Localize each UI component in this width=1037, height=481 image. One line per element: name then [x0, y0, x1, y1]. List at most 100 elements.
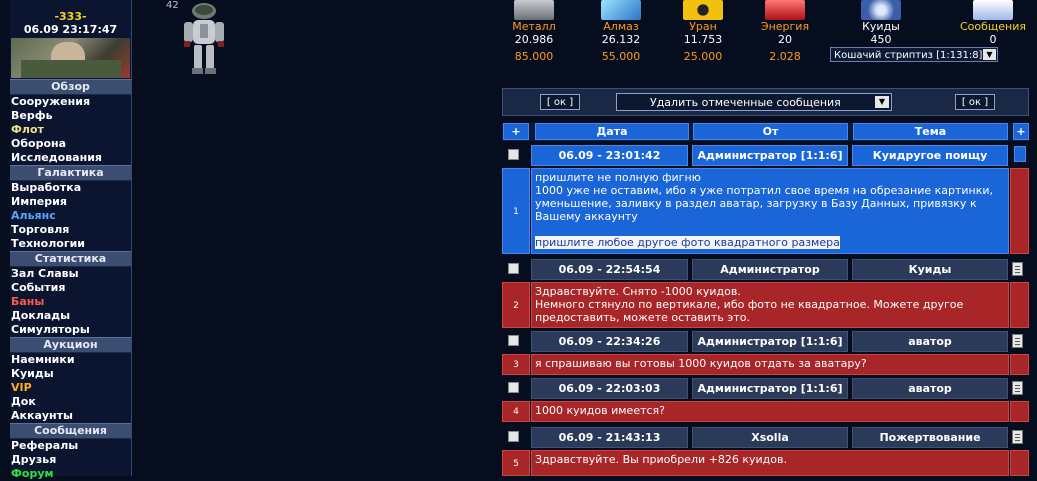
sidebar-item[interactable]: Форум: [10, 467, 131, 481]
message-row-end: [1010, 401, 1029, 422]
message-date: 06.09 - 22:54:54: [531, 259, 688, 280]
message-checkbox[interactable]: [508, 382, 519, 393]
message-body-row: 4 1000 куидов имеется?: [502, 401, 1029, 422]
avatar[interactable]: [11, 38, 130, 78]
ok-button-left[interactable]: [ ок ]: [540, 94, 580, 110]
sidebar-item[interactable]: Куиды: [10, 367, 131, 381]
resource-production: 2.028: [769, 50, 801, 63]
resource-name: Уран: [689, 20, 717, 33]
resource-name: Куиды: [862, 20, 900, 33]
resource-5[interactable]: Сообщения 0: [958, 0, 1028, 50]
message-icon: [973, 0, 1013, 20]
sidebar-item[interactable]: Наемники: [10, 353, 131, 367]
radiation-icon: [683, 0, 723, 20]
expand-all-button[interactable]: +: [503, 123, 529, 140]
message-subject[interactable]: аватор: [852, 331, 1008, 352]
expand-all-button-right[interactable]: +: [1013, 123, 1029, 140]
document-icon[interactable]: [1012, 262, 1023, 276]
message-subject[interactable]: Пожертвование: [852, 427, 1008, 448]
message-checkbox[interactable]: [508, 263, 519, 274]
message-row-end: [1010, 450, 1029, 476]
message-text: пришлите не полную фигню 1000 уже не оста…: [531, 168, 1009, 254]
message-number: 5: [502, 450, 530, 476]
message-line: пришлите любое другое фото квадратного р…: [535, 236, 840, 249]
message-line: я спрашиваю вы готовы 1000 куидов отдать…: [535, 357, 867, 370]
action-bar: [ ок ] Удалить отмеченные сообщения ▼ [ …: [502, 88, 1029, 116]
sidebar: -333- 06.09 23:17:47 Обзор Сооружения Верф…: [10, 0, 132, 480]
resource-value: 26.132: [601, 33, 641, 46]
message-header-row: 06.09 - 22:34:26 Администратор [1:1:6] ава…: [502, 329, 1029, 353]
sidebar-item[interactable]: Верфь: [10, 109, 131, 123]
resource-2[interactable]: Уран 11.753 25.000: [668, 0, 738, 63]
sidebar-item[interactable]: Торговля: [10, 223, 131, 237]
metal-icon: [514, 0, 554, 20]
sidebar-item[interactable]: Технологии: [10, 237, 131, 251]
message-sender[interactable]: Xsolla: [692, 427, 848, 448]
sidebar-item[interactable]: Альянс: [10, 209, 131, 223]
sidebar-item[interactable]: Сооружения: [10, 95, 131, 109]
robot-icon[interactable]: [180, 0, 228, 76]
message-text: я спрашиваю вы готовы 1000 куидов отдать…: [531, 354, 1009, 375]
message-line: Здравствуйте. Вы приобрели +826 куидов.: [535, 453, 787, 466]
message-sender[interactable]: Администратор [1:1:6]: [692, 145, 848, 166]
resource-1[interactable]: Алмаз 26.132 55.000: [586, 0, 656, 63]
message-date: 06.09 - 22:34:26: [531, 331, 688, 352]
column-header-from[interactable]: От: [693, 123, 848, 140]
resource-3[interactable]: Энергия 20 2.028: [750, 0, 820, 63]
sidebar-item[interactable]: События: [10, 281, 131, 295]
column-header-date[interactable]: Дата: [535, 123, 689, 140]
message-line: Немного стянуло по вертикале, ибо фото н…: [535, 298, 967, 324]
message-date: 06.09 - 21:43:13: [531, 427, 688, 448]
sidebar-item[interactable]: Флот: [10, 123, 131, 137]
message-checkbox[interactable]: [508, 149, 519, 160]
sidebar-item[interactable]: Док: [10, 395, 131, 409]
resource-value: 20: [778, 33, 792, 46]
message-line: 1000 уже не оставим, ибо я уже потратил …: [535, 184, 997, 223]
resource-production: 25.000: [683, 50, 723, 63]
resource-name: Энергия: [760, 20, 810, 33]
message-sender[interactable]: Администратор [1:1:6]: [692, 378, 848, 399]
message-header-row: 06.09 - 23:01:42 Администратор [1:1:6] Куи…: [502, 143, 1029, 167]
resource-0[interactable]: Металл 20.986 85.000: [499, 0, 569, 63]
resource-4[interactable]: Куиды 450: [846, 0, 916, 50]
sidebar-item[interactable]: Зал Славы: [10, 267, 131, 281]
sidebar-item[interactable]: Аккаунты: [10, 409, 131, 423]
sidebar-section-header: Статистика: [10, 251, 131, 267]
message-subject[interactable]: аватор: [852, 378, 1008, 399]
sidebar-section-header: Галактика: [10, 165, 131, 181]
message-text: 1000 куидов имеется?: [531, 401, 1009, 422]
sidebar-section-header: Обзор: [10, 79, 131, 95]
message-checkbox[interactable]: [508, 431, 519, 442]
sidebar-item[interactable]: Баны: [10, 295, 131, 309]
resource-value: 11.753: [683, 33, 723, 46]
sidebar-item[interactable]: Выработка: [10, 181, 131, 195]
ok-button-right[interactable]: [ ок ]: [955, 94, 995, 110]
planet-select[interactable]: Кошачий стриптиз [1:131:8] ▼: [830, 47, 998, 62]
message-line: Здравствуйте. Снято -1000 куидов.: [535, 285, 741, 298]
message-sender[interactable]: Администратор [1:1:6]: [692, 331, 848, 352]
message-header-row: 06.09 - 21:43:13 Xsolla Пожертвование: [502, 425, 1029, 449]
sidebar-item[interactable]: VIP: [10, 381, 131, 395]
column-header-subject[interactable]: Тема: [853, 123, 1008, 140]
message-date: 06.09 - 23:01:42: [531, 145, 688, 166]
sidebar-item[interactable]: Исследования: [10, 151, 131, 165]
sidebar-item[interactable]: Друзья: [10, 453, 131, 467]
planet-select-value: Кошачий стриптиз [1:131:8]: [834, 50, 983, 61]
sidebar-menu: Обзор Сооружения Верфь Флот Оборона Исследова…: [10, 79, 131, 481]
document-icon[interactable]: [1012, 334, 1023, 348]
sidebar-item[interactable]: Рефералы: [10, 439, 131, 453]
sidebar-item[interactable]: Империя: [10, 195, 131, 209]
resource-value: 450: [870, 33, 892, 46]
selection-marker-icon: [1014, 146, 1026, 162]
message-subject[interactable]: Куиды: [852, 259, 1008, 280]
message-checkbox[interactable]: [508, 335, 519, 346]
delete-action-select[interactable]: Удалить отмеченные сообщения ▼: [616, 93, 892, 111]
message-sender[interactable]: Администратор: [692, 259, 848, 280]
sidebar-item[interactable]: Оборона: [10, 137, 131, 151]
message-body-row: 5 Здравствуйте. Вы приобрели +826 куидов.: [502, 450, 1029, 476]
sidebar-item[interactable]: Доклады: [10, 309, 131, 323]
document-icon[interactable]: [1012, 381, 1023, 395]
document-icon[interactable]: [1012, 430, 1023, 444]
sidebar-item[interactable]: Симуляторы: [10, 323, 131, 337]
message-subject[interactable]: Куидругое поищу: [852, 145, 1008, 166]
